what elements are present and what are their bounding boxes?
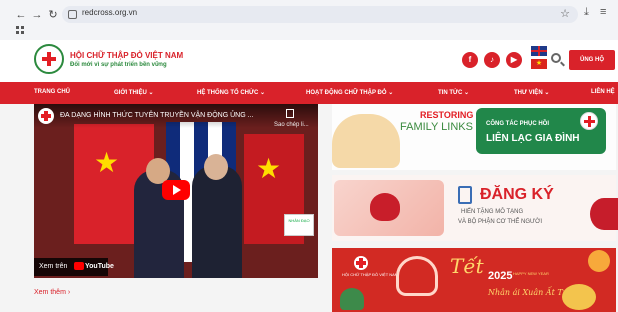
- register-title: ĐĂNG KÝ: [480, 186, 554, 203]
- site-header: [0, 40, 618, 82]
- org-name[interactable]: HỘI CHỮ THẬP ĐỎ VIỆT NAM: [70, 51, 183, 60]
- redcross-logo[interactable]: [34, 44, 64, 74]
- browser-toolbar: ← → ↻ redcross.org.vn ☆ ⤓ ≡: [0, 0, 618, 40]
- video-end-card[interactable]: NHÂN ĐẠO: [284, 214, 314, 236]
- youtube-wordmark: YouTube: [85, 263, 114, 270]
- address-bar[interactable]: redcross.org.vn ☆: [62, 6, 578, 23]
- menu-item-library[interactable]: THƯ VIỆN ⌄: [514, 89, 549, 96]
- channel-logo-icon[interactable]: [38, 108, 54, 124]
- menu-item-news[interactable]: TIN TỨC ⌄: [438, 89, 469, 96]
- tet-org-name: HỘI CHỮ THẬP ĐỎ VIỆT NAM: [342, 272, 399, 277]
- lantern-icon: [588, 250, 610, 272]
- forward-icon[interactable]: →: [30, 8, 44, 22]
- menu-item-contact[interactable]: LIÊN HỆ: [591, 89, 615, 95]
- heart-hands-icon: [396, 256, 438, 296]
- heart-icon: [370, 193, 400, 221]
- flower-icon: [562, 284, 596, 310]
- back-icon[interactable]: ←: [14, 8, 28, 22]
- rfl-green-line2: LIÊN LẠC GIA ĐÌNH: [486, 133, 580, 144]
- youtube-icon[interactable]: ▶: [506, 52, 522, 68]
- vietnamese-flag-icon[interactable]: ★: [531, 59, 547, 69]
- download-icon[interactable]: ⤓: [584, 6, 589, 19]
- see-more-link[interactable]: Xem thêm ›: [34, 289, 70, 296]
- tiktok-icon[interactable]: ♪: [484, 52, 500, 68]
- menu-item-organization[interactable]: HỆ THỐNG TỔ CHỨC ⌄: [197, 89, 265, 96]
- tet-year: 2025: [488, 270, 513, 282]
- english-flag-icon[interactable]: [531, 46, 547, 56]
- video-title[interactable]: ĐA DẠNG HÌNH THỨC TUYÊN TRUYỀN VẬN ĐỘNG …: [60, 112, 253, 119]
- rfl-green-line1: CÔNG TÁC PHỤC HỒI: [486, 121, 549, 127]
- youtube-logo-icon: [74, 262, 84, 270]
- register-subtitle-2: VÀ BỘ PHẬN CƠ THỂ NGƯỜI: [458, 219, 542, 225]
- menu-item-home[interactable]: TRANG CHỦ: [34, 89, 70, 95]
- search-icon[interactable]: [551, 53, 561, 63]
- apps-icon[interactable]: [16, 26, 24, 34]
- main-menu: TRANG CHỦ GIỚI THIỆU ⌄ HỆ THỐNG TỔ CHỨC …: [0, 82, 618, 104]
- person-right: [192, 166, 242, 278]
- url-text: redcross.org.vn: [82, 8, 138, 17]
- tet-word: Tết: [450, 254, 484, 278]
- register-subtitle-1: HIẾN TẶNG MÔ TẠNG: [461, 209, 524, 215]
- redcross-small-logo-icon: [354, 256, 368, 270]
- rfl-line1: RESTORING: [420, 110, 474, 120]
- play-icon[interactable]: [162, 180, 190, 200]
- menu-item-activities[interactable]: HOẠT ĐỘNG CHỮ THẬP ĐỎ ⌄: [306, 89, 393, 96]
- rfl-line2: FAMILY LINKS: [400, 121, 473, 133]
- document-icon: [458, 186, 472, 204]
- site-info-icon[interactable]: [68, 10, 77, 19]
- copy-link-icon[interactable]: [286, 109, 294, 118]
- plant-icon: [340, 288, 364, 310]
- redcross-badge-icon: [580, 112, 598, 130]
- facebook-icon[interactable]: f: [462, 52, 478, 68]
- org-slogan: Đổi mới vì sự phát triển bền vững: [70, 62, 167, 68]
- rfl-illustration: [332, 114, 400, 168]
- tet-subtitle: Nhân ái Xuân Ất Tỵ: [488, 288, 568, 297]
- extensions-icon[interactable]: ≡: [600, 6, 606, 18]
- watch-on-label: Xem trên: [39, 263, 68, 270]
- copy-link-label[interactable]: Sao chép li...: [274, 122, 309, 128]
- happy-new-year-label: HAPPY NEW YEAR: [513, 271, 549, 276]
- menu-item-about[interactable]: GIỚI THIỆU ⌄: [114, 89, 153, 96]
- reload-icon[interactable]: ↻: [46, 8, 60, 22]
- donate-button[interactable]: ỦNG HỘ: [569, 50, 615, 70]
- bookmark-star-icon[interactable]: ☆: [560, 7, 570, 20]
- heart-icon-2: [590, 198, 618, 230]
